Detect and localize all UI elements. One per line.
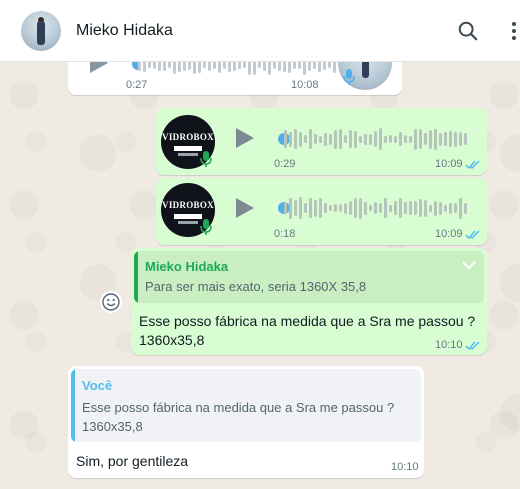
chat-header: Mieko Hidaka <box>0 0 520 62</box>
voice-duration: 0:29 <box>274 158 296 170</box>
message-text: Sim, por gentileza <box>76 453 189 469</box>
mic-icon <box>200 151 212 167</box>
quoted-message[interactable]: Mieko Hidaka Para ser mais exato, seria … <box>134 251 484 303</box>
voice-message-outgoing: VIDROBOX 0:18 10:09 <box>156 178 487 245</box>
mic-icon <box>343 69 355 85</box>
quoted-text: 1360x35,8 <box>82 419 143 434</box>
message-time: 10:08 <box>291 79 319 91</box>
voice-waveform[interactable] <box>284 127 467 151</box>
menu-icon[interactable] <box>508 20 520 42</box>
voice-waveform[interactable] <box>284 196 467 220</box>
double-check-icon <box>465 160 480 170</box>
chevron-down-icon[interactable] <box>462 261 476 269</box>
voice-duration: 0:18 <box>274 228 296 240</box>
contact-name[interactable]: Mieko Hidaka <box>76 22 173 40</box>
quoted-message[interactable]: Você Esse posso fábrica na medida que a … <box>71 369 421 442</box>
quoted-text: Para ser mais exato, seria 1360X 35,8 <box>145 279 367 294</box>
logo-text: VIDROBOX <box>162 200 214 210</box>
message-text: 1360x35,8 <box>139 332 205 348</box>
voice-message-outgoing: VIDROBOX 0:29 10:09 <box>156 108 487 175</box>
double-check-icon <box>465 341 480 351</box>
chat-area: 0:27 10:08 VIDROBOX 0:29 10:09 VIDROBOX … <box>0 62 520 489</box>
play-icon[interactable] <box>236 128 254 148</box>
quoted-sender: Você <box>82 378 113 393</box>
message-time: 10:09 <box>435 158 463 170</box>
logo-text: VIDROBOX <box>162 132 214 142</box>
mic-icon <box>200 219 212 235</box>
message-text: Esse posso fábrica na medida que a Sra m… <box>139 313 476 329</box>
message-time: 10:10 <box>391 461 419 473</box>
voice-message-incoming: 0:27 10:08 <box>68 62 402 95</box>
play-icon[interactable] <box>236 198 254 218</box>
contact-avatar[interactable] <box>21 11 61 51</box>
emoji-icon[interactable] <box>100 291 122 313</box>
voice-duration: 0:27 <box>126 79 148 91</box>
text-message-incoming: Você Esse posso fábrica na medida que a … <box>68 366 424 478</box>
play-icon[interactable] <box>90 62 108 73</box>
text-message-outgoing: Mieko Hidaka Para ser mais exato, seria … <box>131 248 487 355</box>
search-icon[interactable] <box>457 20 479 42</box>
double-check-icon <box>465 230 480 240</box>
voice-waveform[interactable] <box>138 62 336 76</box>
message-time: 10:10 <box>435 339 463 351</box>
avatar-figure-body <box>37 21 45 45</box>
quoted-text: Esse posso fábrica na medida que a Sra m… <box>82 400 395 415</box>
message-time: 10:09 <box>435 228 463 240</box>
quoted-sender: Mieko Hidaka <box>145 259 229 274</box>
